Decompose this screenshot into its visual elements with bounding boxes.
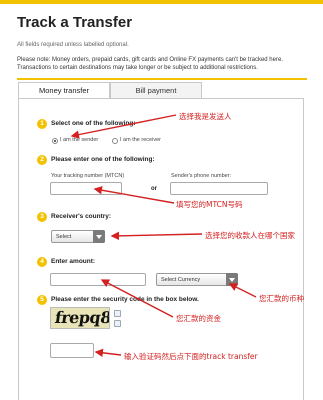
radio-sender-label: I am the sender — [60, 137, 99, 143]
refresh-captcha-icon[interactable] — [114, 310, 121, 317]
step-4-label: Enter amount: — [51, 258, 96, 265]
captcha-input[interactable] — [50, 343, 94, 358]
country-select[interactable]: Select — [51, 230, 105, 243]
step-4-badge: 4 — [37, 257, 47, 267]
tab-money-transfer[interactable]: Money transfer — [18, 82, 110, 99]
annotation-country: 选择您的收款人在哪个国家 — [205, 231, 295, 240]
step-5-label: Please enter the security code in the bo… — [51, 296, 199, 303]
currency-select[interactable]: Select Currency — [156, 273, 238, 286]
step-5-badge: 5 — [37, 295, 47, 305]
currency-select-value: Select Currency — [161, 277, 201, 283]
audio-captcha-icon[interactable] — [114, 320, 121, 327]
page-title: Track a Transfer — [17, 14, 133, 31]
mtcn-input[interactable] — [50, 182, 122, 195]
annotation-currency: 您汇款的币种 — [259, 294, 304, 303]
step-3-label: Receiver's country: — [51, 213, 112, 220]
step-1-label: Select one of the following: — [51, 120, 136, 127]
chevron-down-icon — [93, 230, 105, 243]
radio-receiver[interactable] — [112, 138, 118, 144]
phone-input[interactable] — [170, 182, 268, 195]
required-note: All fields required unless labelled opti… — [17, 42, 129, 48]
annotation-select-sender: 选择我是发送人 — [179, 112, 232, 121]
annotation-mtcn: 填写您的MTCN号码 — [176, 200, 243, 209]
phone-label: Sender's phone number: — [171, 173, 232, 179]
radio-sender[interactable] — [52, 138, 58, 144]
annotation-captcha: 输入验证码然后点下面的track transfer — [124, 352, 258, 361]
step-3-badge: 3 — [37, 212, 47, 222]
step-2-badge: 2 — [37, 155, 47, 165]
captcha-text: frepq8 — [53, 308, 110, 327]
radio-receiver-label: I am the receiver — [120, 137, 161, 143]
step-2-label: Please enter one of the following: — [51, 156, 155, 163]
amount-input[interactable] — [50, 273, 146, 286]
mtcn-label: Your tracking number (MTCN) — [51, 173, 125, 179]
info-note: Please note: Money orders, prepaid cards… — [17, 57, 283, 71]
country-select-value: Select — [56, 234, 72, 240]
chevron-down-icon — [226, 273, 238, 286]
step-1-badge: 1 — [37, 119, 47, 129]
annotation-amount: 您汇款的资金 — [176, 314, 221, 323]
or-label: or — [151, 186, 157, 192]
captcha-image: frepq8 — [50, 307, 110, 329]
yellow-divider — [17, 78, 307, 80]
tab-bill-payment[interactable]: Bill payment — [110, 82, 202, 99]
